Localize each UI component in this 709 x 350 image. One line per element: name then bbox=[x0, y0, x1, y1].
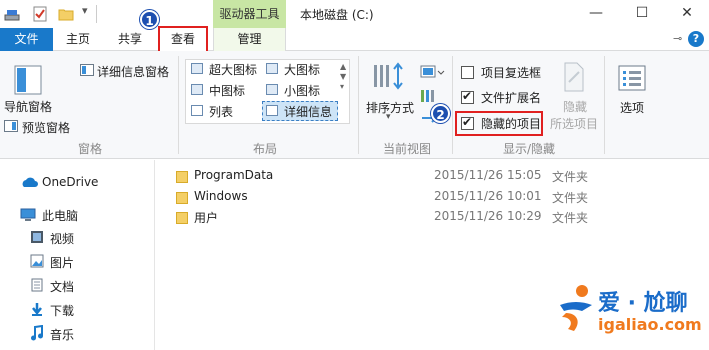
hide-selected-label-2[interactable]: 所选项目 bbox=[550, 115, 598, 132]
window-title: 本地磁盘 (C:) bbox=[300, 8, 374, 22]
help-icon[interactable]: ? bbox=[688, 31, 704, 47]
group-label-current-view: 当前视图 bbox=[382, 142, 431, 156]
nav-item-music[interactable]: 音乐 bbox=[50, 326, 74, 343]
large-icons-icon bbox=[266, 63, 278, 74]
folder-icon bbox=[176, 171, 188, 183]
tab-home[interactable]: 主页 bbox=[58, 28, 98, 51]
layout-large-icons[interactable]: 大图标 bbox=[284, 61, 320, 78]
file-row[interactable]: Windows 2015/11/26 10:01 文件夹 bbox=[174, 189, 694, 209]
ribbon-separator bbox=[358, 56, 359, 154]
folder-icon bbox=[176, 192, 188, 204]
file-type: 文件夹 bbox=[552, 170, 589, 184]
list-icon bbox=[191, 105, 203, 116]
group-label-layout: 布局 bbox=[252, 142, 277, 156]
watermark-title: 爱 · 尬聊 bbox=[598, 291, 688, 316]
sort-by-icon[interactable] bbox=[372, 62, 406, 92]
nav-item-documents[interactable]: 文档 bbox=[50, 278, 74, 295]
hide-selected-icon[interactable] bbox=[562, 62, 586, 92]
file-extensions-checkbox[interactable] bbox=[461, 89, 474, 104]
file-date: 2015/11/26 10:01 bbox=[434, 189, 542, 203]
ribbon-separator bbox=[452, 56, 453, 154]
layout-small-icons[interactable]: 小图标 bbox=[284, 82, 320, 99]
ribbon-separator bbox=[178, 56, 179, 154]
context-tab-drive-tools: 驱动器工具 bbox=[213, 0, 286, 28]
item-checkboxes-label[interactable]: 项目复选框 bbox=[481, 64, 541, 81]
watermark-url: igaliao.com bbox=[598, 315, 702, 334]
file-name[interactable]: 用户 bbox=[194, 209, 218, 226]
file-name[interactable]: ProgramData bbox=[194, 168, 273, 182]
videos-icon bbox=[31, 231, 43, 243]
tab-view[interactable]: 查看 bbox=[158, 26, 208, 53]
new-folder-icon[interactable] bbox=[58, 6, 74, 22]
small-icons-icon bbox=[266, 84, 278, 95]
tab-manage[interactable]: 管理 bbox=[213, 28, 286, 51]
extra-large-icons-icon bbox=[191, 63, 203, 74]
close-button[interactable]: ✕ bbox=[665, 0, 709, 28]
pictures-icon bbox=[30, 254, 44, 268]
hide-selected-label-1[interactable]: 隐藏 bbox=[563, 98, 587, 115]
medium-icons-icon bbox=[191, 84, 203, 95]
titlebar-divider bbox=[96, 5, 97, 23]
tab-file[interactable]: 文件 bbox=[0, 28, 53, 51]
nav-item-onedrive[interactable]: OneDrive bbox=[42, 175, 98, 189]
file-type: 文件夹 bbox=[552, 211, 589, 225]
nav-pane-label[interactable]: 导航窗格 bbox=[4, 98, 52, 115]
layout-details[interactable]: 详细信息 bbox=[284, 103, 332, 120]
pin-ribbon-icon[interactable]: ⊸ bbox=[673, 32, 682, 45]
title-bar: ▾ 驱动器工具 本地磁盘 (C:) — ☐ ✕ bbox=[0, 0, 709, 28]
layout-extra-large-icons[interactable]: 超大图标 bbox=[209, 61, 257, 78]
layout-medium-icons[interactable]: 中图标 bbox=[209, 82, 245, 99]
file-date: 2015/11/26 10:29 bbox=[434, 209, 542, 223]
file-row[interactable]: ProgramData 2015/11/26 15:05 文件夹 bbox=[174, 168, 694, 188]
drive-icon bbox=[4, 10, 20, 21]
hidden-items-checkbox[interactable] bbox=[461, 115, 474, 130]
file-extensions-label[interactable]: 文件扩展名 bbox=[481, 89, 541, 106]
tab-share[interactable]: 共享 bbox=[110, 28, 150, 51]
nav-item-this-pc[interactable]: 此电脑 bbox=[42, 207, 78, 224]
file-name[interactable]: Windows bbox=[194, 189, 248, 203]
hidden-items-label[interactable]: 隐藏的项目 bbox=[481, 115, 541, 132]
details-pane-icon[interactable] bbox=[80, 64, 94, 76]
music-icon bbox=[31, 325, 43, 341]
minimize-button[interactable]: — bbox=[574, 0, 618, 28]
ribbon-tab-row bbox=[0, 28, 709, 51]
group-by-icon[interactable] bbox=[420, 64, 446, 80]
properties-icon[interactable] bbox=[32, 6, 48, 22]
nav-pane-icon[interactable] bbox=[14, 65, 42, 95]
item-checkboxes-checkbox[interactable] bbox=[461, 66, 474, 79]
folder-icon bbox=[176, 212, 188, 224]
maximize-button[interactable]: ☐ bbox=[620, 0, 664, 28]
preview-pane-icon[interactable] bbox=[4, 120, 18, 132]
details-pane-label[interactable]: 详细信息窗格 bbox=[97, 63, 169, 80]
details-icon bbox=[266, 105, 278, 116]
downloads-icon bbox=[32, 303, 42, 316]
layout-scroll-icon[interactable]: ▲ ▼ ▾ bbox=[340, 62, 346, 92]
preview-pane-label[interactable]: 预览窗格 bbox=[22, 119, 70, 136]
this-pc-icon bbox=[20, 208, 36, 221]
step-badge-1: 1 bbox=[140, 10, 159, 29]
file-date: 2015/11/26 15:05 bbox=[434, 168, 542, 182]
file-type: 文件夹 bbox=[552, 191, 589, 205]
nav-item-videos[interactable]: 视频 bbox=[50, 230, 74, 247]
options-icon[interactable] bbox=[618, 64, 646, 92]
add-columns-icon[interactable] bbox=[420, 89, 446, 103]
file-row[interactable]: 用户 2015/11/26 10:29 文件夹 bbox=[174, 209, 694, 229]
watermark-logo-icon bbox=[560, 285, 592, 331]
nav-item-pictures[interactable]: 图片 bbox=[50, 254, 74, 271]
ribbon-separator bbox=[604, 56, 605, 154]
documents-icon bbox=[31, 278, 43, 292]
step-badge-2: 2 bbox=[431, 104, 450, 123]
group-label-show-hide: 显示/隐藏 bbox=[502, 142, 556, 156]
quick-access-dropdown-icon[interactable]: ▾ bbox=[82, 4, 88, 17]
group-label-panes: 窗格 bbox=[77, 142, 102, 156]
options-label[interactable]: 选项 bbox=[620, 99, 644, 116]
layout-list[interactable]: 列表 bbox=[209, 103, 233, 120]
onedrive-icon bbox=[22, 177, 38, 187]
nav-item-downloads[interactable]: 下载 bbox=[50, 302, 74, 319]
sort-dropdown-icon[interactable]: ▾ bbox=[386, 112, 391, 122]
